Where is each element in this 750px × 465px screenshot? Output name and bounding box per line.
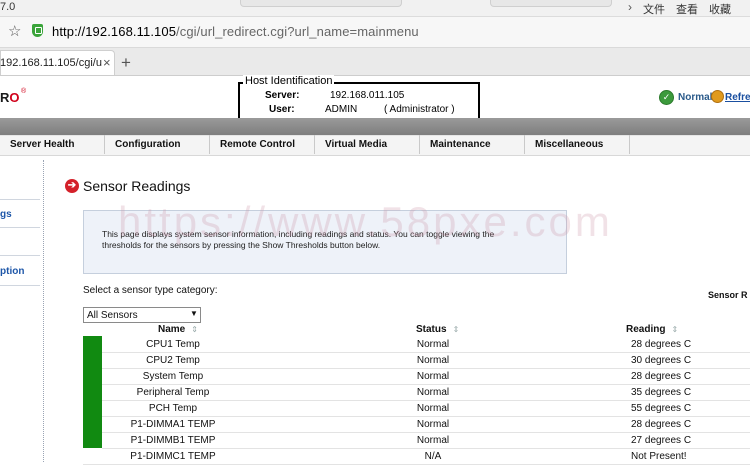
user-label: User: bbox=[269, 104, 295, 115]
sensor-status: Normal bbox=[416, 371, 450, 382]
sensor-reading: 28 degrees C bbox=[631, 419, 692, 430]
sensor-status: Normal bbox=[416, 355, 450, 366]
column-header-status[interactable]: Status ⇕ bbox=[416, 324, 459, 335]
sort-icon[interactable]: ⇕ bbox=[453, 325, 460, 334]
status-indicator bbox=[83, 368, 102, 384]
nav-configuration[interactable]: Configuration bbox=[105, 135, 210, 154]
user-role: ( Administrator ) bbox=[384, 104, 455, 115]
sensor-status: Normal bbox=[416, 403, 450, 414]
tab-title: 192.168.11.105/cgi/u bbox=[0, 57, 102, 69]
sensor-status: N/A bbox=[424, 451, 442, 462]
sidebar-separator bbox=[0, 255, 40, 256]
server-label: Server: bbox=[265, 90, 300, 101]
status-indicator bbox=[83, 400, 102, 416]
nav-virtual-media[interactable]: Virtual Media bbox=[315, 135, 420, 154]
arrow-right-icon: ➔ bbox=[65, 179, 79, 193]
nav-maintenance[interactable]: Maintenance bbox=[420, 135, 525, 154]
sensor-reading: Not Present! bbox=[631, 451, 687, 462]
close-icon[interactable]: × bbox=[103, 55, 111, 70]
status-indicator bbox=[83, 432, 102, 448]
sensor-status: Normal bbox=[416, 339, 450, 350]
browser-version-text: 7.0 bbox=[0, 1, 16, 13]
logo-o: O bbox=[9, 90, 20, 105]
column-header-status-label: Status bbox=[416, 324, 447, 335]
refresh-link[interactable]: Refresh bbox=[725, 92, 750, 103]
logo: RO bbox=[0, 90, 20, 105]
sensor-reading: 28 degrees C bbox=[631, 371, 692, 382]
url-path: /cgi/url_redirect.cgi?url_name=mainmenu bbox=[176, 24, 419, 39]
category-label: Select a sensor type category: bbox=[83, 285, 218, 296]
sensor-name: System Temp bbox=[142, 371, 204, 382]
sidebar-item-power-consumption[interactable]: ption bbox=[0, 266, 24, 277]
column-header-reading[interactable]: Reading ⇕ bbox=[626, 324, 678, 335]
check-icon: ✓ bbox=[659, 90, 674, 105]
table-row[interactable]: CPU1 Temp Normal 28 degrees C bbox=[83, 336, 750, 353]
browser-window-stub bbox=[240, 0, 402, 7]
sidebar-separator bbox=[0, 227, 40, 228]
sensor-reading: 55 degrees C bbox=[631, 403, 692, 414]
column-header-name-label: Name bbox=[158, 324, 186, 335]
sensor-reading: 28 degrees C bbox=[631, 339, 692, 350]
sensor-readings-label: Sensor R bbox=[708, 290, 748, 300]
select-value: All Sensors bbox=[87, 310, 138, 321]
sensor-reading: 30 degrees C bbox=[631, 355, 692, 366]
sensor-status: Normal bbox=[416, 435, 450, 446]
table-row[interactable]: P1-DIMMB1 TEMP Normal 27 degrees C bbox=[83, 432, 750, 449]
status-indicator bbox=[83, 384, 102, 400]
shield-icon[interactable] bbox=[32, 24, 43, 37]
status-indicator bbox=[83, 416, 102, 432]
sensor-name: P1-DIMMA1 TEMP bbox=[130, 419, 216, 430]
table-row[interactable]: System Temp Normal 28 degrees C bbox=[83, 368, 750, 385]
table-row[interactable]: P1-DIMMA1 TEMP Normal 28 degrees C bbox=[83, 416, 750, 433]
watermark: https://www.58pxe.com bbox=[118, 198, 613, 245]
table-row[interactable]: CPU2 Temp Normal 30 degrees C bbox=[83, 352, 750, 369]
sensor-table: CPU1 Temp Normal 28 degrees C CPU2 Temp Norm… bbox=[83, 336, 750, 465]
sidebar-divider bbox=[43, 160, 44, 462]
status-indicator bbox=[83, 336, 102, 352]
menu-chevron-icon[interactable]: › bbox=[628, 0, 632, 14]
chevron-down-icon[interactable]: ▼ bbox=[190, 309, 198, 318]
nav-remote-control[interactable]: Remote Control bbox=[210, 135, 315, 154]
server-value: 192.168.011.105 bbox=[330, 90, 405, 101]
browser-window-stub-right bbox=[490, 0, 612, 7]
sensor-name: CPU2 Temp bbox=[146, 355, 200, 366]
sidebar-separator bbox=[0, 199, 40, 200]
sensor-status: Normal bbox=[416, 387, 450, 398]
table-row[interactable]: Peripheral Temp Normal 35 degrees C bbox=[83, 384, 750, 401]
host-identification-title: Host Identification bbox=[243, 75, 335, 87]
menu-view[interactable]: 查看 bbox=[676, 1, 698, 17]
column-header-name[interactable]: Name ⇕ bbox=[158, 324, 198, 335]
status-indicator bbox=[83, 352, 102, 368]
header-band bbox=[0, 118, 750, 135]
sensor-name: P1-DIMMB1 TEMP bbox=[130, 435, 216, 446]
logo-letter: R bbox=[0, 90, 10, 105]
sensor-name: CPU1 Temp bbox=[146, 339, 200, 350]
sidebar-separator bbox=[0, 285, 40, 286]
table-row[interactable]: PCH Temp Normal 55 degrees C bbox=[83, 400, 750, 417]
column-header-reading-label: Reading bbox=[626, 324, 666, 335]
page-title: Sensor Readings bbox=[83, 178, 191, 194]
sensor-name: PCH Temp bbox=[148, 403, 198, 414]
sensor-status: Normal bbox=[416, 419, 450, 430]
table-row[interactable]: P1-DIMMC1 TEMP N/A Not Present! bbox=[83, 448, 750, 465]
user-value: ADMIN bbox=[325, 104, 358, 115]
new-tab-button[interactable]: + bbox=[121, 53, 131, 73]
sort-icon[interactable]: ⇕ bbox=[671, 325, 678, 334]
menu-favorites[interactable]: 收藏 bbox=[709, 1, 731, 17]
nav-miscellaneous[interactable]: Miscellaneous bbox=[525, 135, 630, 154]
star-icon[interactable]: ☆ bbox=[8, 22, 21, 40]
url-host: http://192.168.11.105 bbox=[52, 24, 177, 39]
refresh-icon[interactable] bbox=[711, 90, 724, 103]
sidebar-item-sensor-readings[interactable]: gs bbox=[0, 209, 12, 220]
sensor-reading: 35 degrees C bbox=[631, 387, 692, 398]
sensor-name: Peripheral Temp bbox=[136, 387, 210, 398]
url-text[interactable]: http://192.168.11.105/cgi/url_redirect.c… bbox=[52, 24, 419, 39]
sort-icon[interactable]: ⇕ bbox=[191, 325, 198, 334]
logo-registered-mark: ® bbox=[21, 88, 27, 95]
sensor-name: P1-DIMMC1 TEMP bbox=[130, 451, 216, 462]
system-status: Normal bbox=[678, 92, 713, 103]
menu-file[interactable]: 文件 bbox=[643, 1, 665, 17]
sensor-reading: 27 degrees C bbox=[631, 435, 692, 446]
nav-server-health[interactable]: Server Health bbox=[0, 135, 105, 154]
